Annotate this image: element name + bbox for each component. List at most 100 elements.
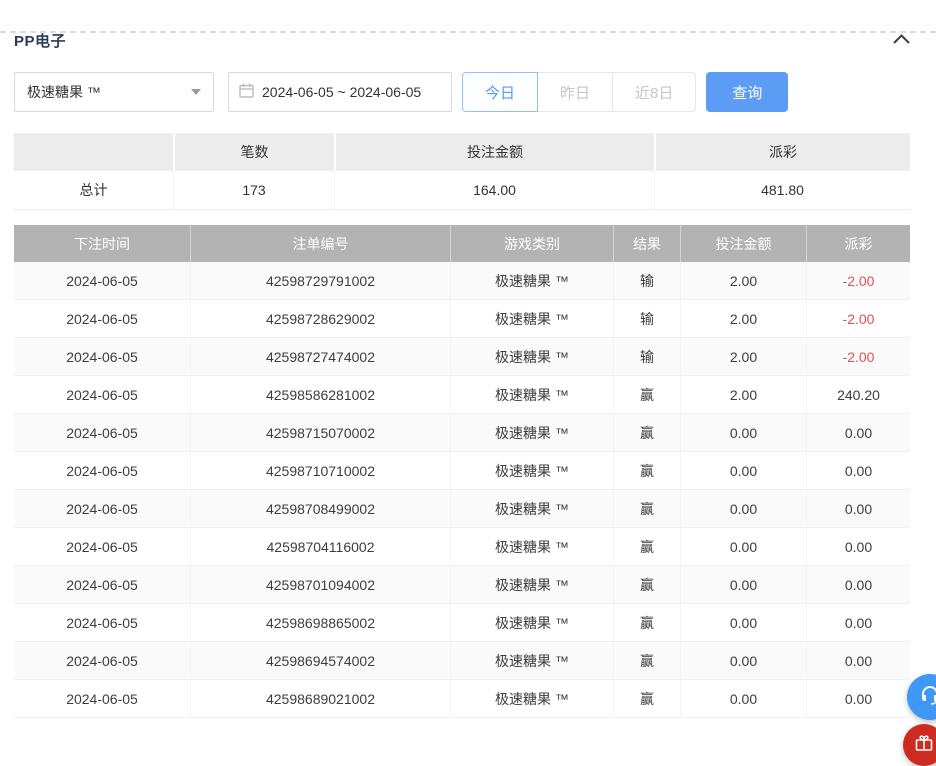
cell-bet-amount: 2.00: [680, 376, 806, 414]
date-range-value: 2024-06-05 ~ 2024-06-05: [262, 84, 421, 100]
cell-payout: 0.00: [806, 566, 910, 604]
cell-result: 赢: [613, 414, 680, 452]
cell-game-type: 极速糖果 ™: [450, 262, 613, 300]
cell-payout: 0.00: [806, 680, 910, 718]
summary-header-empty: [14, 133, 173, 171]
cell-bet-time: 2024-06-05: [14, 680, 190, 718]
game-select-value: 极速糖果 ™: [27, 82, 101, 102]
cell-payout: -2.00: [806, 262, 910, 300]
quick-range-yesterday[interactable]: 昨日: [537, 72, 613, 112]
cell-result: 赢: [613, 452, 680, 490]
cell-order-id: 42598694574002: [190, 642, 450, 680]
cell-bet-amount: 2.00: [680, 300, 806, 338]
cell-result: 赢: [613, 604, 680, 642]
cell-game-type: 极速糖果 ™: [450, 300, 613, 338]
header-order-id: 注单编号: [190, 225, 450, 262]
summary-table: 笔数 投注金额 派彩 总计 173 164.00 481.80: [14, 133, 910, 210]
cell-bet-time: 2024-06-05: [14, 262, 190, 300]
cell-bet-amount: 0.00: [680, 528, 806, 566]
summary-header-row: 笔数 投注金额 派彩: [14, 133, 910, 171]
summary-header-payout: 派彩: [654, 133, 910, 171]
table-row: 2024-06-05 42598708499002 极速糖果 ™ 赢 0.00 …: [14, 490, 910, 528]
search-button[interactable]: 查询: [706, 72, 788, 112]
bet-records-table: 下注时间 注单编号 游戏类别 结果 投注金额 派彩 2024-06-05 425…: [14, 225, 910, 718]
panel-title: PP电子: [14, 30, 66, 51]
panel-header: PP电子: [14, 30, 910, 50]
summary-payout-value: 481.80: [654, 171, 910, 210]
cell-game-type: 极速糖果 ™: [450, 414, 613, 452]
promo-float-button[interactable]: [903, 724, 936, 766]
cell-result: 赢: [613, 528, 680, 566]
filter-row: 极速糖果 ™ 2024-06-05 ~ 2024-06-05 今日 昨日 近8日…: [14, 72, 910, 112]
game-select[interactable]: 极速糖果 ™: [14, 72, 214, 112]
date-range-input[interactable]: 2024-06-05 ~ 2024-06-05: [228, 72, 452, 112]
cell-bet-amount: 0.00: [680, 566, 806, 604]
cell-bet-time: 2024-06-05: [14, 376, 190, 414]
table-header-row: 下注时间 注单编号 游戏类别 结果 投注金额 派彩: [14, 225, 910, 262]
table-row: 2024-06-05 42598710710002 极速糖果 ™ 赢 0.00 …: [14, 452, 910, 490]
table-row: 2024-06-05 42598586281002 极速糖果 ™ 赢 2.00 …: [14, 376, 910, 414]
summary-total-row: 总计 173 164.00 481.80: [14, 171, 910, 210]
headset-icon: [918, 683, 936, 712]
cell-bet-amount: 2.00: [680, 262, 806, 300]
table-row: 2024-06-05 42598694574002 极速糖果 ™ 赢 0.00 …: [14, 642, 910, 680]
collapse-button[interactable]: [893, 31, 910, 49]
summary-count-value: 173: [173, 171, 334, 210]
quick-range-today[interactable]: 今日: [462, 72, 538, 112]
cell-order-id: 42598728629002: [190, 300, 450, 338]
chevron-down-icon: [191, 89, 201, 95]
table-row: 2024-06-05 42598704116002 极速糖果 ™ 赢 0.00 …: [14, 528, 910, 566]
cell-game-type: 极速糖果 ™: [450, 566, 613, 604]
summary-bet-amount-value: 164.00: [334, 171, 654, 210]
cell-order-id: 42598586281002: [190, 376, 450, 414]
pp-electronic-panel: PP电子 极速糖果 ™ 2024-06-05 ~ 2024-06-05: [0, 30, 936, 718]
cell-game-type: 极速糖果 ™: [450, 490, 613, 528]
cell-bet-amount: 0.00: [680, 680, 806, 718]
cell-bet-time: 2024-06-05: [14, 490, 190, 528]
cell-order-id: 42598708499002: [190, 490, 450, 528]
quick-range-group: 今日 昨日 近8日: [462, 72, 696, 112]
table-row: 2024-06-05 42598698865002 极速糖果 ™ 赢 0.00 …: [14, 604, 910, 642]
cell-result: 赢: [613, 376, 680, 414]
cell-bet-amount: 0.00: [680, 414, 806, 452]
cell-bet-time: 2024-06-05: [14, 604, 190, 642]
cell-payout: 0.00: [806, 490, 910, 528]
header-result: 结果: [613, 225, 680, 262]
quick-range-8days[interactable]: 近8日: [612, 72, 696, 112]
header-bet-amount: 投注金额: [680, 225, 806, 262]
cell-game-type: 极速糖果 ™: [450, 680, 613, 718]
cell-bet-time: 2024-06-05: [14, 528, 190, 566]
cell-bet-time: 2024-06-05: [14, 414, 190, 452]
table-row: 2024-06-05 42598689021002 极速糖果 ™ 赢 0.00 …: [14, 680, 910, 718]
cell-result: 输: [613, 338, 680, 376]
header-payout: 派彩: [806, 225, 910, 262]
table-row: 2024-06-05 42598728629002 极速糖果 ™ 输 2.00 …: [14, 300, 910, 338]
cell-bet-time: 2024-06-05: [14, 338, 190, 376]
calendar-icon: [239, 83, 254, 101]
cell-game-type: 极速糖果 ™: [450, 338, 613, 376]
cell-payout: 0.00: [806, 528, 910, 566]
cell-result: 赢: [613, 680, 680, 718]
cell-game-type: 极速糖果 ™: [450, 528, 613, 566]
chevron-up-icon: [893, 31, 910, 49]
cell-order-id: 42598727474002: [190, 338, 450, 376]
cell-bet-time: 2024-06-05: [14, 300, 190, 338]
cell-game-type: 极速糖果 ™: [450, 604, 613, 642]
cell-bet-time: 2024-06-05: [14, 452, 190, 490]
cell-order-id: 42598701094002: [190, 566, 450, 604]
cell-order-id: 42598698865002: [190, 604, 450, 642]
cell-payout: 0.00: [806, 414, 910, 452]
bet-table-body: 2024-06-05 42598729791002 极速糖果 ™ 输 2.00 …: [14, 262, 910, 718]
table-row: 2024-06-05 42598701094002 极速糖果 ™ 赢 0.00 …: [14, 566, 910, 604]
table-row: 2024-06-05 42598727474002 极速糖果 ™ 输 2.00 …: [14, 338, 910, 376]
cell-bet-amount: 0.00: [680, 642, 806, 680]
cell-payout: 0.00: [806, 604, 910, 642]
cell-result: 输: [613, 300, 680, 338]
summary-total-label: 总计: [14, 171, 173, 210]
cell-game-type: 极速糖果 ™: [450, 642, 613, 680]
cell-result: 赢: [613, 566, 680, 604]
cell-bet-amount: 2.00: [680, 338, 806, 376]
header-bet-time: 下注时间: [14, 225, 190, 262]
summary-header-bet-amount: 投注金额: [334, 133, 654, 171]
cell-payout: 0.00: [806, 452, 910, 490]
